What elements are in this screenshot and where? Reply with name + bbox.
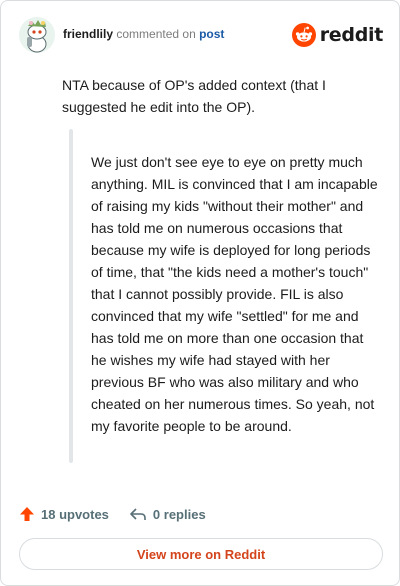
upvote-arrow-icon: [20, 507, 34, 521]
action-text: commented on: [116, 27, 196, 41]
upvote-button[interactable]: 18 upvotes: [19, 506, 109, 522]
snoo-avatar-icon: [19, 17, 55, 53]
reddit-snoo-icon: [291, 23, 316, 47]
replies-button[interactable]: 0 replies: [129, 506, 206, 522]
view-more-button[interactable]: View more on Reddit: [19, 538, 383, 570]
upvote-count: 18 upvotes: [41, 506, 109, 522]
comment-actions: 18 upvotes 0 replies: [19, 503, 206, 525]
post-link[interactable]: post: [199, 27, 224, 41]
quoted-text: We just don't see eye to eye on pretty m…: [91, 154, 378, 434]
user-avatar[interactable]: [19, 17, 55, 53]
reddit-wordmark: reddit: [319, 24, 384, 46]
username-link[interactable]: friendlily: [63, 27, 113, 41]
reply-arrow-icon: [130, 508, 146, 520]
comment-body: NTA because of OP's added context (that …: [62, 77, 326, 115]
embedded-comment-card: friendlily commented on post reddit NTA …: [0, 0, 400, 586]
reddit-logo[interactable]: reddit: [291, 23, 384, 47]
comment-meta: friendlily commented on post: [63, 27, 224, 41]
comment-header: friendlily commented on post reddit: [17, 15, 383, 55]
blockquote-bar: [69, 129, 73, 463]
reply-count: 0 replies: [152, 506, 206, 522]
